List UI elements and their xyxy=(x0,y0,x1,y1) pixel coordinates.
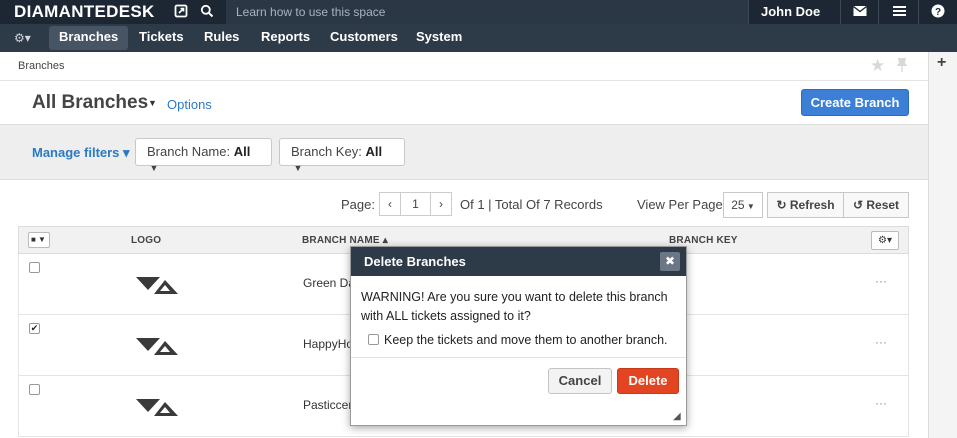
caret-down-icon: ▼ xyxy=(744,202,755,211)
nav-customers[interactable]: Customers xyxy=(320,24,408,52)
breadcrumb[interactable]: Branches xyxy=(18,60,64,72)
side-panel: + xyxy=(928,52,957,438)
manage-filters-dropdown[interactable]: Manage filters ▾ xyxy=(32,145,130,161)
warning-message: WARNING! Are you sure you want to delete… xyxy=(361,290,668,323)
column-settings-button[interactable]: ⚙▾ xyxy=(871,231,899,250)
nav-reports[interactable]: Reports xyxy=(251,24,320,52)
mail-icon[interactable] xyxy=(853,5,869,21)
close-icon[interactable]: ✖ xyxy=(660,252,680,271)
column-branch-name[interactable]: BRANCH NAME ▴ xyxy=(302,235,388,246)
row-checkbox[interactable] xyxy=(29,384,40,395)
brand-logo[interactable]: DIAMANTEDESK xyxy=(14,2,155,22)
create-branch-button[interactable]: Create Branch xyxy=(801,89,909,116)
caret-down-icon: ▼ xyxy=(147,163,159,173)
caret-down-icon: ▼ xyxy=(291,163,303,173)
reset-icon: ↺ xyxy=(852,198,864,212)
refresh-icon: ↻ xyxy=(776,198,787,212)
per-page-value: 25 xyxy=(731,198,745,212)
search-input[interactable]: Learn how to use this space xyxy=(226,0,748,24)
reset-label: Reset xyxy=(866,198,900,212)
divider xyxy=(878,0,879,24)
branch-name[interactable]: Pasticcer xyxy=(303,398,352,412)
page-title: All Branches xyxy=(32,92,149,113)
branch-logo xyxy=(134,333,180,362)
branch-key-filter[interactable]: Branch Key: All ▼ xyxy=(279,138,405,173)
filter-value: All xyxy=(365,144,383,159)
row-checkbox[interactable]: ✔ xyxy=(29,323,40,334)
refresh-button[interactable]: ↻ Refresh xyxy=(767,192,844,218)
caret-down-icon[interactable]: ▼ xyxy=(148,98,157,108)
reset-button[interactable]: ↺ Reset xyxy=(843,192,909,218)
column-logo: LOGO xyxy=(131,235,162,246)
next-page-button[interactable]: › xyxy=(430,192,452,216)
resize-handle-icon[interactable]: ◢ xyxy=(673,411,681,422)
filter-label: Branch Name: xyxy=(147,144,231,159)
svg-text:?: ? xyxy=(935,7,941,18)
divider xyxy=(840,0,841,24)
nav-branches[interactable]: Branches xyxy=(49,26,129,50)
divider xyxy=(0,80,928,81)
star-icon[interactable]: ★ xyxy=(870,56,885,76)
top-bar: DIAMANTEDESK Learn how to use this space… xyxy=(0,0,957,34)
refresh-label: Refresh xyxy=(789,198,835,212)
pin-icon[interactable] xyxy=(896,57,908,75)
row-actions-icon[interactable]: ··· xyxy=(875,396,887,410)
search-icon[interactable] xyxy=(200,4,216,20)
row-checkbox[interactable] xyxy=(29,262,40,273)
nav-rules[interactable]: Rules xyxy=(194,24,249,52)
branch-logo xyxy=(134,272,180,301)
select-all-checkbox[interactable]: ■ ▼ xyxy=(28,232,50,248)
keep-tickets-option[interactable]: Keep the tickets and move them to anothe… xyxy=(368,333,668,347)
new-window-icon[interactable] xyxy=(174,4,190,20)
cancel-button[interactable]: Cancel xyxy=(548,368,612,394)
filter-label: Branch Key: xyxy=(291,144,362,159)
nav-system[interactable]: System xyxy=(406,24,472,52)
row-actions-icon[interactable]: ··· xyxy=(875,335,887,349)
keep-tickets-label[interactable]: Keep the tickets and move them to anothe… xyxy=(384,333,668,347)
keep-tickets-checkbox[interactable] xyxy=(368,334,379,345)
branch-logo xyxy=(134,394,180,423)
prev-page-button[interactable]: ‹ xyxy=(379,192,401,216)
view-per-page-label: View Per Page: xyxy=(637,197,727,212)
dialog-title: Delete Branches xyxy=(351,247,686,276)
menu-icon[interactable] xyxy=(893,5,909,21)
delete-button[interactable]: Delete xyxy=(617,368,679,394)
row-actions-icon[interactable]: ··· xyxy=(875,274,887,288)
page-number-input[interactable]: 1 xyxy=(400,192,431,216)
dashboard-menu-icon[interactable]: ⚙▾ xyxy=(14,31,31,45)
nav-tickets[interactable]: Tickets xyxy=(129,24,194,52)
filter-value: All xyxy=(233,144,251,159)
records-summary: Of 1 | Total Of 7 Records xyxy=(460,197,603,212)
user-menu[interactable]: John Doe ▾ xyxy=(748,0,840,34)
main-nav: ⚙▾ Branches Tickets Rules Reports Custom… xyxy=(0,24,957,52)
branch-name[interactable]: HappyHo xyxy=(303,337,353,351)
branch-name[interactable]: Green Da xyxy=(303,276,355,290)
page-label: Page: xyxy=(341,197,375,212)
options-link[interactable]: Options xyxy=(167,97,212,112)
per-page-select[interactable]: 25 ▼ xyxy=(723,192,763,218)
divider xyxy=(918,0,919,24)
column-branch-key[interactable]: BRANCH KEY xyxy=(669,235,738,246)
branch-name-filter[interactable]: Branch Name: All ▼ xyxy=(135,138,272,173)
filters-bar: Manage filters ▾ Branch Name: All ▼ Bran… xyxy=(0,124,928,180)
delete-branches-dialog: Delete Branches ✖ WARNING! Are you sure … xyxy=(350,246,687,426)
help-icon[interactable]: ? xyxy=(931,4,947,20)
divider xyxy=(351,357,686,358)
plus-icon[interactable]: + xyxy=(937,54,946,72)
